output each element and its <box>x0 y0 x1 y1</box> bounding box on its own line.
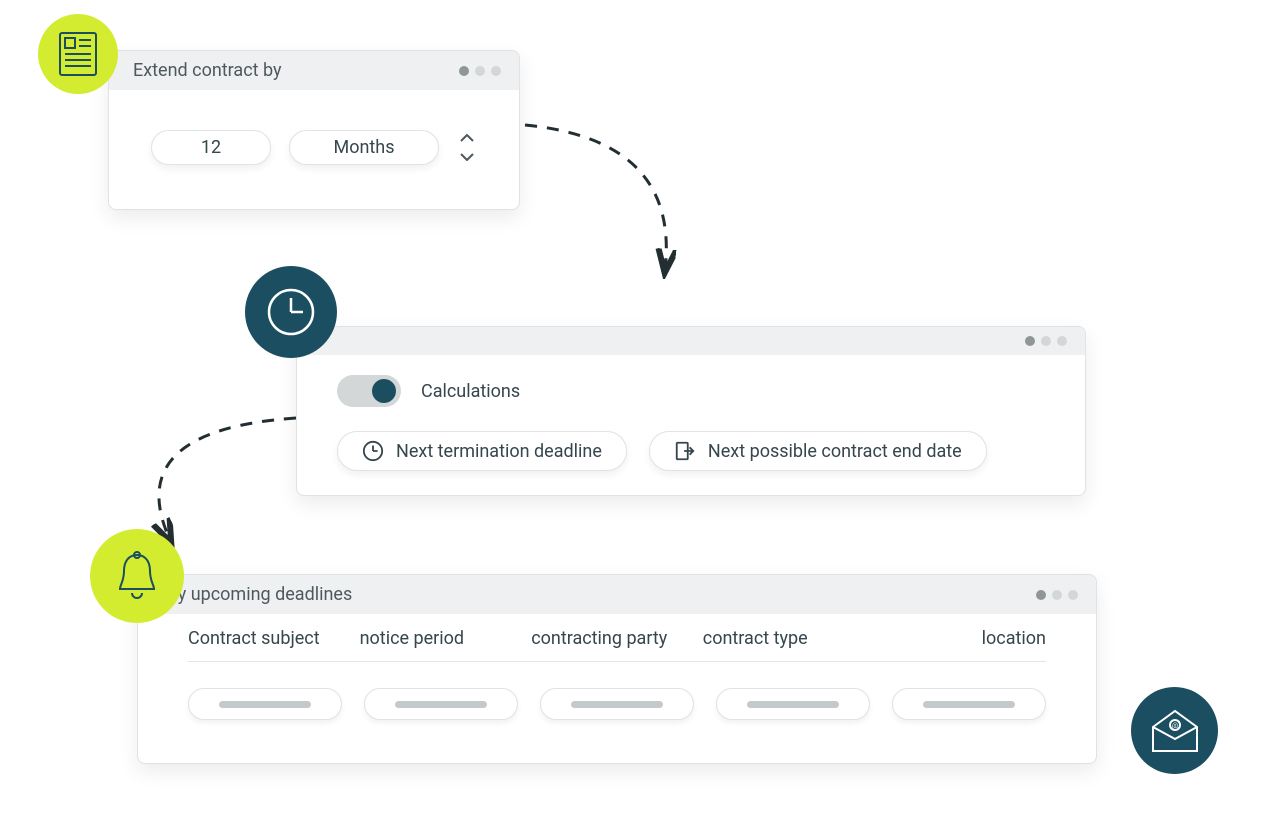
calculations-toggle-label: Calculations <box>421 381 520 402</box>
card-header <box>297 327 1085 355</box>
placeholder-cell <box>364 688 518 720</box>
stepper-up-button[interactable] <box>457 130 477 146</box>
calculations-toggle[interactable] <box>337 375 401 407</box>
extend-unit-input[interactable]: Months <box>289 130 439 165</box>
mail-icon: @ <box>1131 687 1218 774</box>
next-termination-label: Next termination deadline <box>396 441 602 462</box>
unit-stepper <box>457 130 477 164</box>
next-termination-chip[interactable]: Next termination deadline <box>337 431 627 471</box>
window-dots <box>1036 590 1078 600</box>
col-notice: notice period <box>360 628 532 649</box>
card-header: Extend contract by <box>109 51 519 90</box>
document-icon <box>38 14 118 94</box>
clock-icon <box>245 266 337 358</box>
window-dots <box>1025 336 1067 346</box>
exit-icon <box>674 440 696 462</box>
extend-contract-card: Extend contract by 12 Months <box>108 50 520 210</box>
col-location: location <box>874 628 1046 649</box>
table-header: Contract subject notice period contracti… <box>188 628 1046 662</box>
deadlines-card: My upcoming deadlines Contract subject n… <box>137 574 1097 764</box>
card-header: My upcoming deadlines <box>138 575 1096 614</box>
window-dots <box>459 66 501 76</box>
placeholder-cell <box>892 688 1046 720</box>
placeholder-cell <box>188 688 342 720</box>
calculations-card: Calculations Next termination deadline N… <box>296 326 1086 496</box>
extend-value-input[interactable]: 12 <box>151 130 271 165</box>
svg-text:@: @ <box>1171 722 1177 730</box>
col-subject: Contract subject <box>188 628 360 649</box>
col-party: contracting party <box>531 628 703 649</box>
col-type: contract type <box>703 628 875 649</box>
next-end-date-chip[interactable]: Next possible contract end date <box>649 431 987 471</box>
placeholder-cell <box>716 688 870 720</box>
placeholder-cell <box>540 688 694 720</box>
deadlines-title: My upcoming deadlines <box>162 584 352 605</box>
clock-small-icon <box>362 440 384 462</box>
table-row <box>188 688 1046 720</box>
next-end-date-label: Next possible contract end date <box>708 441 962 462</box>
stepper-down-button[interactable] <box>457 148 477 164</box>
extend-title: Extend contract by <box>133 60 282 81</box>
bell-icon <box>90 529 184 623</box>
